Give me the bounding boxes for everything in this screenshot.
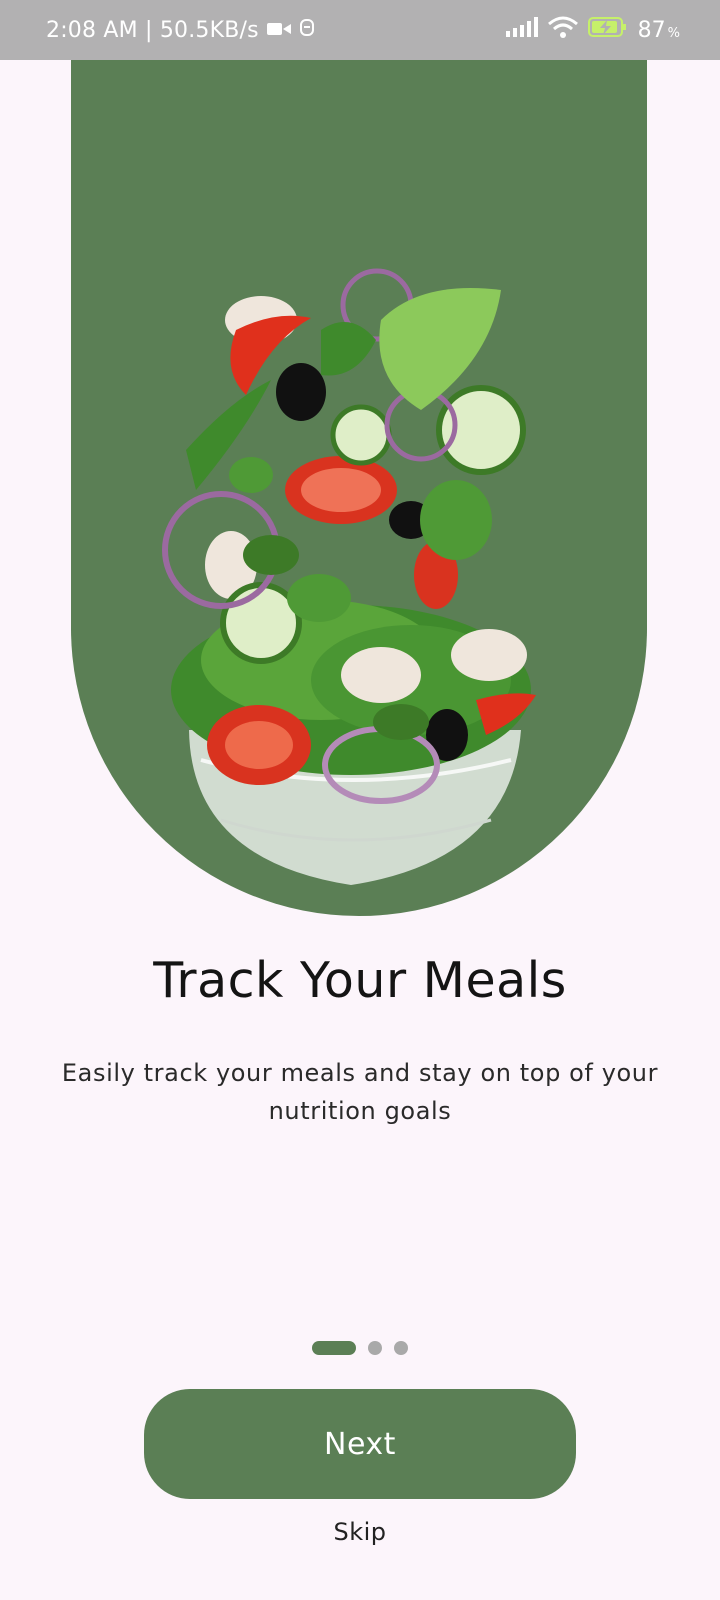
- hero-arch: [71, 0, 647, 916]
- status-left: 2:08 AM | 50.5KB/s: [46, 17, 315, 43]
- skip-button[interactable]: Skip: [0, 1518, 720, 1546]
- signal-icon: [505, 17, 538, 43]
- status-bar: 2:08 AM | 50.5KB/s 87 %: [0, 0, 720, 60]
- onboarding-screen: 2:08 AM | 50.5KB/s 87 % Track Your Meals…: [0, 0, 720, 1600]
- battery-percent-sign: %: [667, 25, 680, 41]
- page-dot: [394, 1341, 408, 1355]
- salad-bowl-illustration: [162, 268, 536, 885]
- battery-charging-icon: [587, 16, 628, 44]
- next-button[interactable]: Next: [144, 1389, 576, 1499]
- page-dot-active: [312, 1341, 356, 1355]
- status-right: 87 %: [505, 16, 680, 44]
- notification-icon: [299, 17, 315, 43]
- page-subtitle: Easily track your meals and stay on top …: [61, 1059, 659, 1125]
- status-time-speed: 2:08 AM | 50.5KB/s: [46, 17, 259, 43]
- wifi-icon: [547, 16, 578, 44]
- page-title: Track Your Meals: [153, 952, 567, 1009]
- video-camera-icon: [266, 18, 291, 43]
- battery-level: 87: [637, 17, 666, 43]
- page-indicator: [0, 1341, 720, 1355]
- page-dot: [368, 1341, 382, 1355]
